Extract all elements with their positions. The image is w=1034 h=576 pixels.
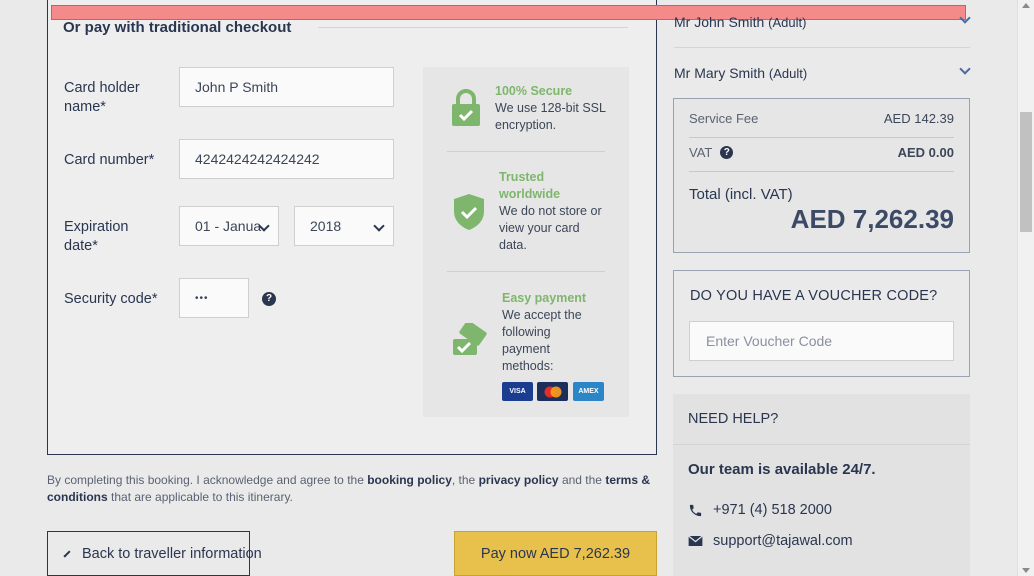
service-fee-label: Service Fee (689, 111, 759, 126)
scroll-up-icon[interactable] (1022, 3, 1030, 8)
trusted-text: data. (499, 238, 527, 252)
privacy-policy-link[interactable]: privacy policy (479, 473, 559, 487)
secure-title: 100% Secure (495, 84, 573, 98)
help-box: NEED HELP? Our team is available 24/7. +… (673, 394, 970, 576)
fee-divider (689, 137, 954, 138)
traveller-row[interactable]: Mr Mary Smith (Adult) (674, 65, 807, 81)
chevron-down-icon (373, 220, 385, 232)
total-value: AED 7,262.39 (790, 204, 954, 234)
email-address: support@tajawal.com (713, 533, 853, 549)
easy-title: Easy payment (502, 291, 587, 305)
section-title: Or pay with traditional checkout (63, 19, 302, 36)
back-button[interactable]: Back to traveller information (47, 531, 262, 576)
vat-value: AED 0.00 (897, 145, 954, 160)
legal-text: By completing this booking. I acknowledg… (47, 473, 651, 504)
amex-logo: AMEX (573, 382, 604, 401)
traveller-row[interactable]: Mr John Smith (Adult) (674, 14, 806, 30)
mastercard-logo (537, 382, 568, 401)
shield-icon (454, 194, 484, 230)
secure-text: We use 128-bit SSL (495, 101, 606, 115)
expiry-month-select[interactable]: 01 - Janua (179, 206, 279, 246)
fee-divider (689, 171, 954, 172)
vat-label: VAT (689, 145, 713, 160)
credit-cards-icon (453, 323, 487, 355)
trust-box: 100% Secure We use 128-bit SSL encryptio… (423, 67, 629, 417)
cardholder-value: John P Smith (195, 79, 279, 95)
cardholder-label: Card holder name* (64, 80, 140, 115)
secure-text: encryption. (495, 118, 557, 132)
mail-icon (688, 535, 703, 546)
voucher-placeholder: Enter Voucher Code (706, 333, 833, 349)
expiration-label: Expiration date* (64, 219, 129, 254)
traveller-name: Mr Mary Smith (674, 65, 765, 81)
easy-text: methods: (502, 359, 554, 373)
traveller-type: (Adult) (768, 66, 808, 81)
chevron-left-icon (63, 549, 71, 558)
expiry-month-value: 01 - Janua (195, 218, 262, 234)
scroll-down-icon[interactable] (1022, 568, 1030, 573)
visa-logo: VISA (502, 382, 533, 401)
voucher-box: DO YOU HAVE A VOUCHER CODE? Enter Vouche… (673, 270, 970, 377)
help-title: NEED HELP? (688, 411, 779, 427)
cardholder-input[interactable]: John P Smith (179, 67, 394, 107)
security-code-value: ••• (195, 292, 209, 304)
help-icon[interactable]: ? (262, 292, 276, 306)
total-label: Total (incl. VAT) (689, 186, 793, 203)
chevron-down-icon[interactable] (959, 63, 971, 75)
lock-icon (452, 89, 480, 126)
help-subtitle: Our team is available 24/7. (688, 461, 876, 478)
voucher-input[interactable]: Enter Voucher Code (689, 321, 954, 361)
easy-text: payment (502, 342, 550, 356)
email-contact[interactable]: support@tajawal.com (688, 533, 853, 549)
card-number-value: 4242424242424242 (195, 151, 320, 167)
service-fee-row: Service Fee AED 142.39 (689, 111, 954, 126)
phone-contact[interactable]: +971 (4) 518 2000 (688, 502, 832, 518)
phone-number: +971 (4) 518 2000 (713, 502, 832, 518)
expiry-year-value: 2018 (310, 218, 342, 234)
easy-text: We accept the (502, 308, 582, 322)
security-code-label: Security code* (64, 291, 158, 307)
traveller-name: Mr John Smith (674, 14, 765, 30)
pay-now-button[interactable]: Pay now AED 7,262.39 (454, 531, 657, 576)
trust-divider (447, 271, 605, 272)
phone-icon (689, 504, 702, 516)
trusted-title: Trusted (499, 170, 545, 184)
trusted-text: view your card (499, 221, 580, 235)
service-fee-value: AED 142.39 (883, 111, 954, 126)
pay-now-label: Pay now AED 7,262.39 (480, 545, 631, 562)
help-icon[interactable]: ? (720, 146, 734, 159)
booking-policy-link[interactable]: booking policy (367, 473, 452, 487)
error-bar (51, 5, 966, 20)
card-number-input[interactable]: 4242424242424242 (179, 139, 394, 179)
trust-divider (447, 151, 605, 152)
easy-text: following (502, 325, 551, 339)
scroll-thumb[interactable] (1020, 112, 1032, 232)
voucher-title: DO YOU HAVE A VOUCHER CODE? (690, 288, 938, 304)
vat-row: VAT ? AED 0.00 (689, 145, 954, 160)
scrollbar[interactable] (1017, 0, 1034, 576)
traveller-type: (Adult) (768, 15, 807, 30)
help-divider (673, 444, 970, 445)
expiry-year-select[interactable]: 2018 (294, 206, 394, 246)
trusted-title: worldwide (499, 187, 561, 201)
trusted-text: We do not store or (499, 204, 602, 218)
price-summary: Service Fee AED 142.39 VAT ? AED 0.00 To… (673, 98, 970, 253)
card-number-label: Card number* (64, 152, 155, 168)
back-button-label: Back to traveller information (82, 545, 262, 562)
checkout-panel: Or pay with traditional checkout Card ho… (47, 0, 657, 455)
section-divider (318, 27, 628, 28)
security-code-input[interactable]: ••• (179, 278, 249, 318)
sidebar-divider (674, 47, 970, 48)
